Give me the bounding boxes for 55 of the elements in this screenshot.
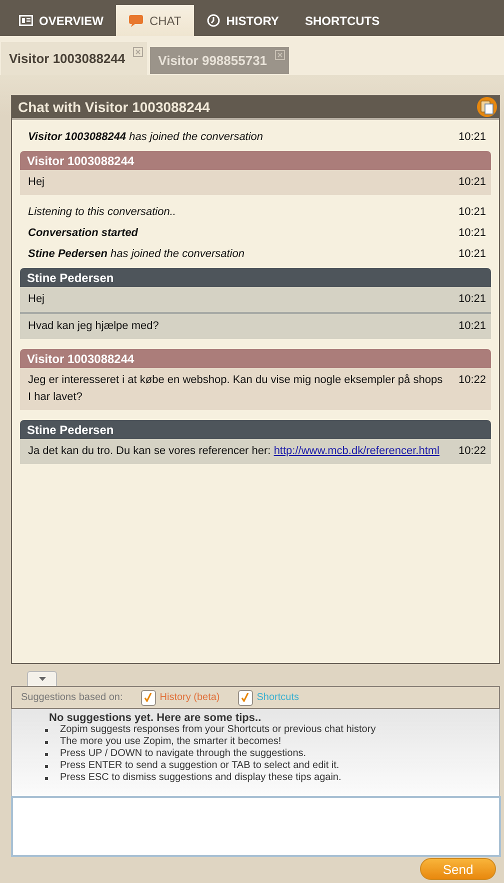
- checkmark-icon: [144, 693, 152, 702]
- dropdown-arrow-icon[interactable]: [38, 677, 46, 681]
- source-label: Shortcuts: [256, 692, 300, 703]
- bullet-icon: [45, 752, 48, 756]
- author-header: Visitor 1003088244: [20, 151, 491, 170]
- message-input-field[interactable]: [11, 796, 501, 857]
- bullet-icon: [45, 728, 48, 732]
- clipboard-icon[interactable]: [476, 97, 498, 117]
- speech-bubble-icon: [129, 14, 144, 26]
- event-text: Stine Pedersen has joined the conversation: [28, 248, 244, 260]
- message-time: 10:22: [458, 373, 486, 388]
- close-icon[interactable]: [275, 50, 286, 60]
- message-time: 10:21: [458, 175, 486, 190]
- card-icon: [19, 15, 33, 26]
- message-text: Hej: [28, 292, 45, 307]
- event-text: Visitor 1003088244 has joined the conversation: [28, 130, 264, 142]
- message-time: 10:22: [458, 444, 486, 459]
- tip-text: Zopim suggests responses from your Shortcuts or previous chat history: [60, 724, 376, 736]
- nav-tab[interactable]: OVERVIEW: [6, 5, 116, 36]
- event-time: 10:21: [458, 226, 486, 238]
- nav-tab[interactable]: HISTORY: [194, 5, 292, 36]
- message-text: Hvad kan jeg hjælpe med?: [28, 319, 159, 334]
- message-text: Jeg er interesseret i at købe en webshop. Kan du vise mig nogle eksempler på shops I har lavet?: [28, 373, 444, 405]
- suggestions-label: Suggestions based on:: [21, 692, 123, 703]
- link[interactable]: http://www.mcb.dk/referencer.html: [274, 445, 440, 457]
- clock-icon: [207, 14, 220, 27]
- close-icon[interactable]: [133, 47, 144, 57]
- message-time: 10:21: [458, 292, 486, 307]
- event-time: 10:21: [458, 248, 486, 260]
- bullet-icon: [45, 776, 48, 780]
- author-header: Stine Pedersen: [20, 420, 491, 439]
- visitor-tab[interactable]: Visitor 1003088244: [1, 42, 148, 75]
- tips-title: No suggestions yet. Here are some tips..: [49, 712, 262, 724]
- bullet-icon: [45, 764, 48, 768]
- tip-text: Press ENTER to send a suggestion or TAB to select and edit it.: [60, 760, 340, 772]
- tip-text: The more you use Zopim, the smarter it becomes!: [60, 736, 282, 748]
- message-text: Ja det kan du tro. Du kan se vores referencer her: http://www.mcb.dk/referencer.html: [28, 444, 440, 459]
- source-label: History (beta): [160, 692, 220, 703]
- chat-title: Chat with Visitor 1003088244: [18, 99, 210, 115]
- nav-tab[interactable]: SHORTCUTS: [292, 5, 393, 36]
- event-time: 10:21: [458, 130, 486, 142]
- nav-tab[interactable]: CHAT: [116, 5, 194, 36]
- tip-text: Press ESC to dismiss suggestions and display these tips again.: [60, 772, 342, 784]
- bullet-icon: [45, 740, 48, 744]
- checkbox[interactable]: [140, 690, 156, 706]
- message-text: Hej: [28, 175, 45, 190]
- tip-text: Press UP / DOWN to navigate through the suggestions.: [60, 748, 306, 760]
- author-header: Stine Pedersen: [20, 268, 491, 287]
- event-time: 10:21: [458, 206, 486, 218]
- checkbox[interactable]: [238, 690, 253, 706]
- event-text: Conversation started: [28, 226, 138, 238]
- checkmark-icon: [241, 693, 250, 702]
- message-time: 10:21: [458, 319, 486, 334]
- author-header: Visitor 1003088244: [20, 349, 491, 368]
- event-text: Listening to this conversation..: [28, 206, 176, 218]
